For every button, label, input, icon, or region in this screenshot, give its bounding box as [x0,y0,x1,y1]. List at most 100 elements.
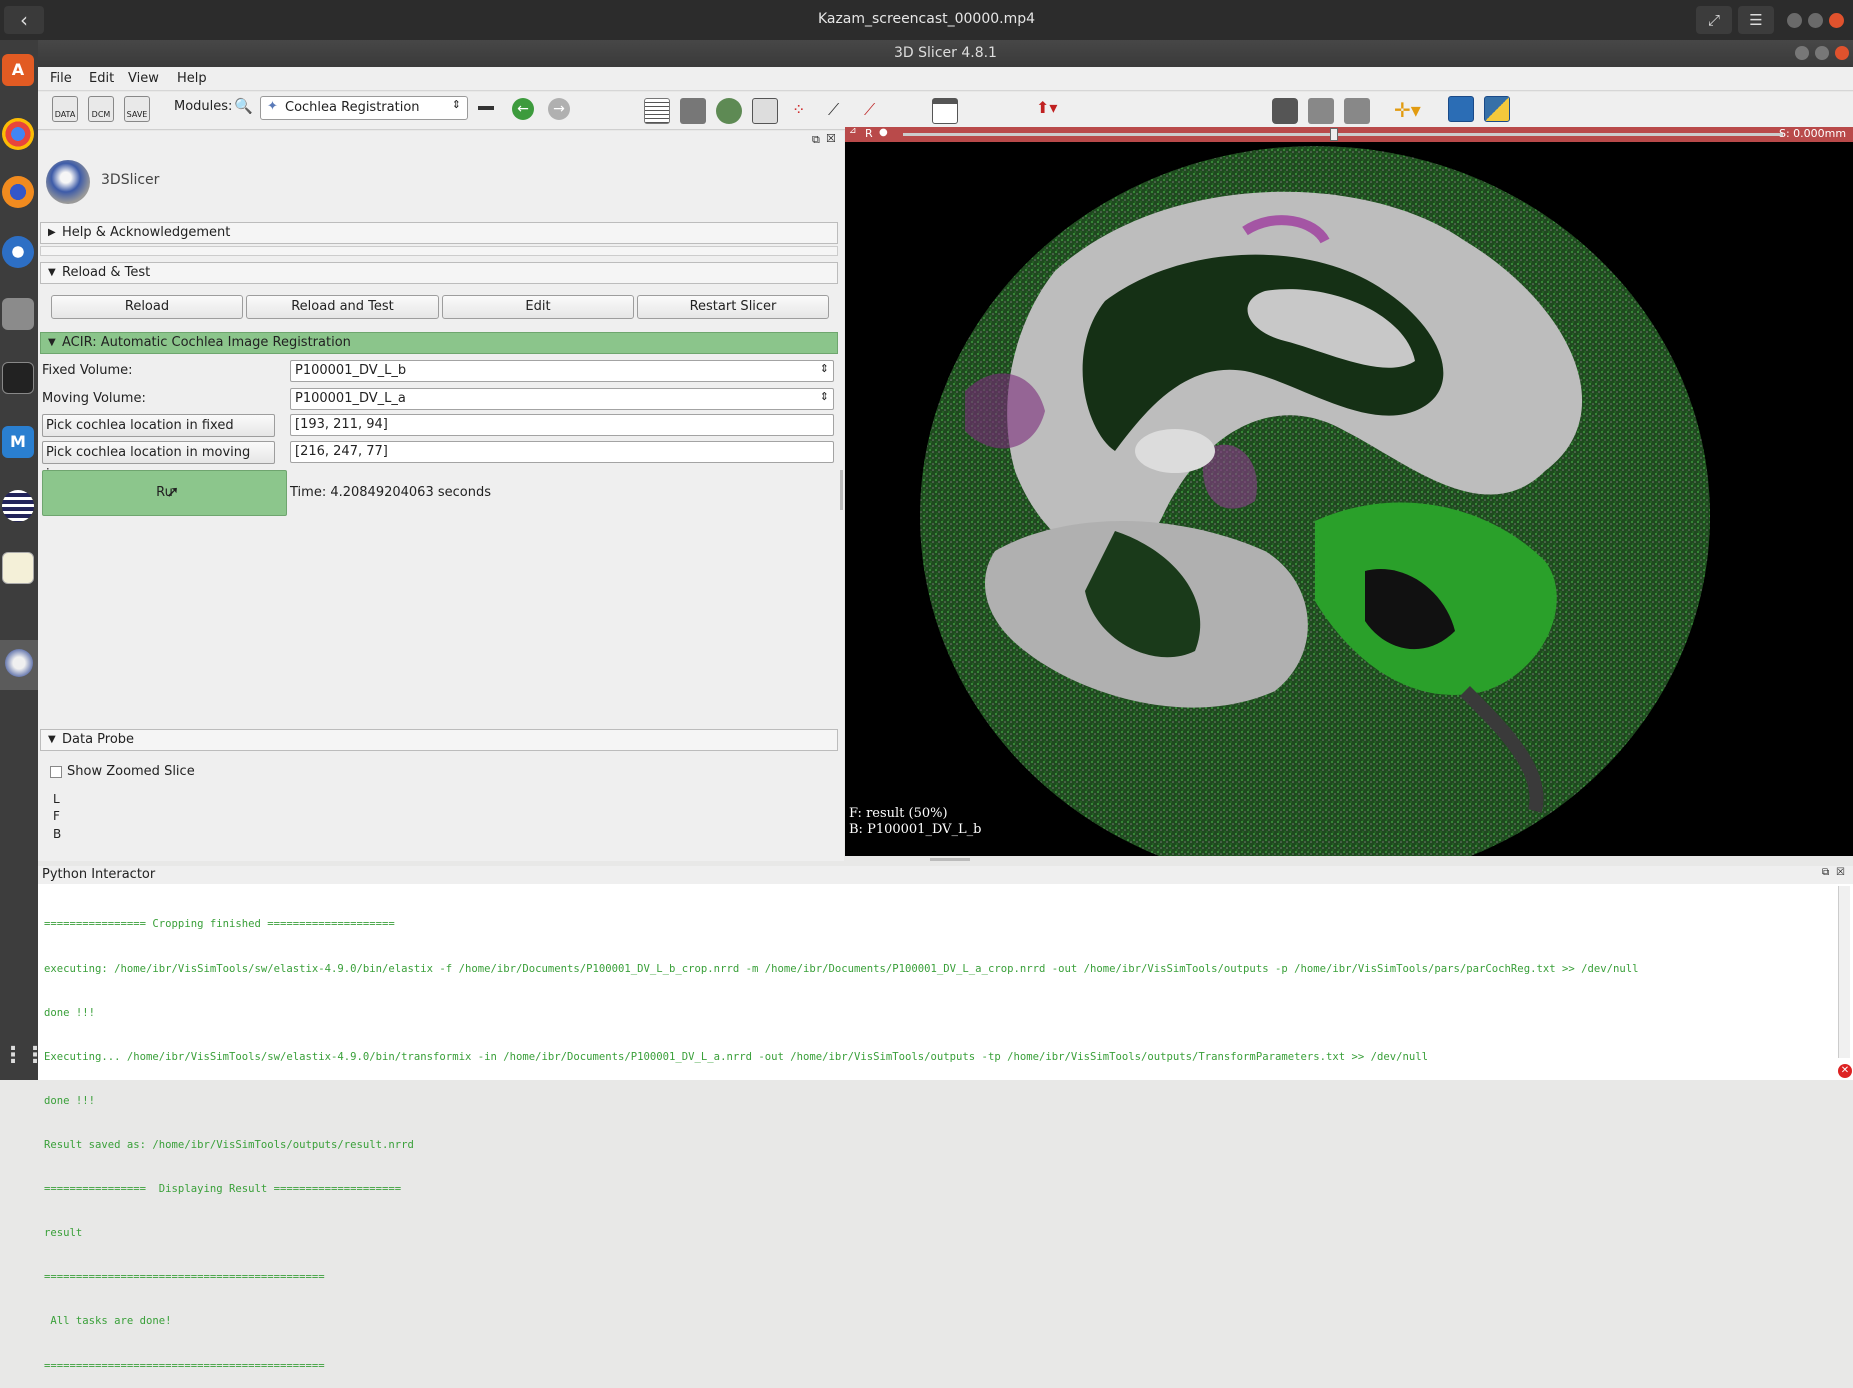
menu-edit[interactable]: Edit [89,71,114,86]
models-icon[interactable] [752,98,778,124]
show-zoomed-checkbox[interactable] [50,766,62,778]
slicer-close-button[interactable] [1835,46,1849,60]
panel-close-icon[interactable]: ☒ [826,132,836,145]
slicer-maximize-button[interactable] [1815,46,1829,60]
slicer-logo-text: 3DSlicer [101,172,160,188]
thunderbird-icon[interactable] [2,236,34,268]
maximize-button[interactable] [1808,13,1823,28]
expand-icon: ▶ [48,227,56,238]
app-grid-icon[interactable]: ⋮⋮ [2,1040,46,1072]
probe-b-label: B [53,827,62,841]
fixed-location-field[interactable]: [193, 211, 94] [290,414,834,436]
hamburger-menu-button[interactable]: ☰ [1738,6,1774,34]
moving-volume-label: Moving Volume: [42,391,146,406]
ruler-icon[interactable]: ⟋ [828,100,839,120]
dcm-button[interactable]: DCM [88,96,114,122]
menubar: File Edit View Help [38,67,1853,91]
mouse-cursor-icon: ➚ [166,482,180,501]
python-icon[interactable] [1484,96,1510,122]
os-title-bar: ‹ Kazam_screencast_00000.mp4 ⤢ ☰ [0,0,1853,40]
close-button[interactable] [1829,13,1844,28]
background-label: B: P100001_DV_L_b [849,822,982,837]
acir-section-title: ACIR: Automatic Cochlea Image Registrati… [62,335,351,350]
3d-cube-icon[interactable] [680,98,706,124]
transform-icon[interactable]: ⟋ [864,100,875,120]
screenshot-icon[interactable] [1272,98,1298,124]
layout-icon[interactable] [644,98,670,124]
foreground-label: F: result (50%) [849,806,948,821]
slice-slider-track[interactable] [903,133,1783,136]
console-line: ================ Displaying Result =====… [44,1183,402,1196]
module-history-icon[interactable] [478,106,494,110]
edit-button[interactable]: Edit [442,295,634,319]
fixed-volume-select[interactable]: P100001_DV_L_b ⇕ [290,360,834,382]
scene-view-icon[interactable] [1308,98,1334,124]
console-close-icon[interactable]: ☒ [1836,867,1845,878]
mouse-mode-icon[interactable]: ⬆▾ [1036,98,1057,117]
slice-viewer[interactable]: F: result (50%) B: P100001_DV_L_b [845,131,1853,856]
panel-splitter[interactable] [840,470,843,510]
console-line: ================ Cropping finished =====… [44,918,395,931]
forward-arrow-icon[interactable]: → [548,98,570,120]
fixed-volume-label: Fixed Volume: [42,363,133,378]
back-arrow-icon[interactable]: ← [512,98,534,120]
pick-moving-button[interactable]: Pick cochlea location in moving image [42,441,275,482]
slicer-minimize-button[interactable] [1795,46,1809,60]
reload-button[interactable]: Reload [51,295,243,319]
console-line: done !!! [44,1094,96,1107]
python-console-title: Python Interactor [42,867,156,882]
save-button[interactable]: SAVE [124,96,150,122]
pick-fixed-button[interactable]: Pick cochlea location in fixed image [42,414,275,455]
data-button[interactable]: DATA [52,96,78,122]
menu-view[interactable]: View [128,71,159,86]
module-search-icon[interactable]: 🔍 [234,97,253,115]
link-icon[interactable]: ● [879,127,888,138]
panel-float-icon[interactable]: ⧉ [812,133,820,147]
data-probe-section-header[interactable]: ▼ Data Probe [40,729,838,751]
pin-icon[interactable]: ⊿ [849,126,857,136]
chrome-icon[interactable] [2,118,34,150]
menu-file[interactable]: File [50,71,72,86]
software-center-icon[interactable]: A [2,54,34,86]
fiducials-icon[interactable]: ⁘ [792,100,805,119]
console-line: ========================================… [44,1359,325,1372]
python-console-output: ================ Cropping finished =====… [44,888,1814,1388]
files-icon[interactable] [2,298,34,330]
moving-volume-select[interactable]: P100001_DV_L_a ⇕ [290,388,834,410]
reload-section-header[interactable]: ▼ Reload & Test [40,262,838,284]
restart-slicer-button[interactable]: Restart Slicer [637,295,829,319]
text-editor-icon[interactable] [2,552,34,584]
acir-section-header[interactable]: ▼ ACIR: Automatic Cochlea Image Registrat… [40,332,838,354]
help-section-header[interactable]: ▶ Help & Acknowledgement [40,222,838,244]
slicer-dock-icon[interactable] [0,640,38,690]
terminal-icon[interactable] [2,362,34,394]
horizontal-splitter[interactable] [930,858,970,861]
view-name-label: R [865,127,873,140]
monitor-icon[interactable]: M [2,426,34,458]
run-button[interactable]: Ru [42,470,287,516]
probe-l-label: L [53,792,60,806]
error-icon[interactable]: ✕ [1838,1064,1852,1078]
slice-slider-thumb[interactable] [1330,128,1339,141]
console-scrollbar[interactable] [1838,886,1850,1058]
module-selector[interactable]: ✦ Cochlea Registration ⇕ [260,96,468,120]
firefox-icon[interactable] [2,176,34,208]
extension-icon[interactable] [1344,98,1370,124]
collapse-icon: ▼ [48,337,56,348]
extension-manager-icon[interactable] [1448,96,1474,122]
data-probe-section-title: Data Probe [62,732,135,747]
crosshair-icon[interactable]: ✛▾ [1394,98,1421,122]
moving-location-field[interactable]: [216, 247, 77] [290,441,834,463]
fixed-volume-value: P100001_DV_L_b [295,363,407,378]
console-line: done !!! [44,1006,96,1019]
updown-icon: ⇕ [451,98,461,111]
reload-and-test-button[interactable]: Reload and Test [246,295,439,319]
window-layout-icon[interactable] [932,98,958,124]
minimize-button[interactable] [1787,13,1802,28]
brain-icon[interactable] [716,98,742,124]
console-float-icon[interactable]: ⧉ [1822,867,1829,878]
menu-help[interactable]: Help [177,71,207,86]
fullscreen-button[interactable]: ⤢ [1696,6,1732,34]
console-line: result [44,1227,83,1240]
eclipse-icon[interactable] [2,490,34,522]
